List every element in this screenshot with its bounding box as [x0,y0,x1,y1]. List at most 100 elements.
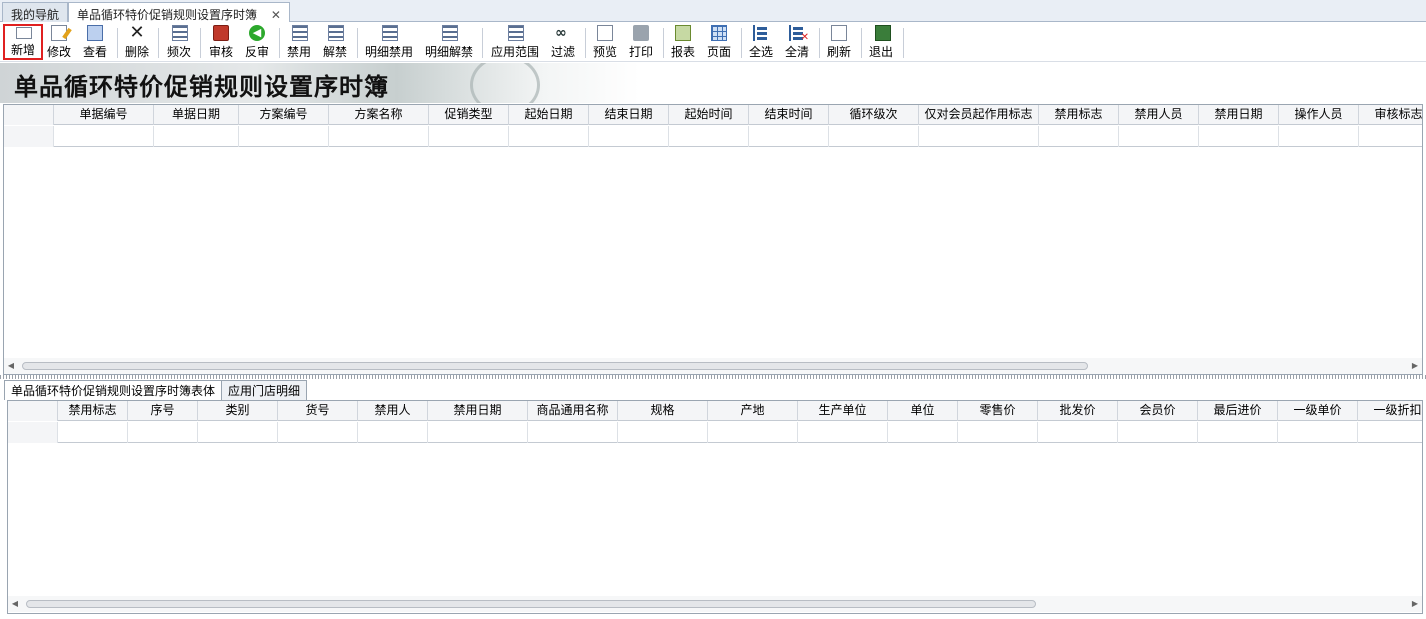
frequency-button[interactable]: 频次 [165,24,193,60]
column-header[interactable]: 方案名称 [329,105,429,125]
column-header[interactable]: 禁用日期 [428,401,528,421]
table-cell[interactable] [198,422,278,443]
column-header[interactable]: 单据日期 [154,105,239,125]
table-cell[interactable] [919,126,1039,147]
column-header[interactable]: 会员价 [1118,401,1198,421]
row-header[interactable] [4,126,54,147]
column-header[interactable]: 类别 [198,401,278,421]
table-cell[interactable] [1039,126,1119,147]
column-header[interactable]: 操作人员 [1279,105,1359,125]
column-header[interactable]: 产地 [708,401,798,421]
close-icon[interactable]: ✕ [271,8,281,22]
table-cell[interactable] [958,422,1038,443]
column-header[interactable]: 禁用人员 [1119,105,1199,125]
table-cell[interactable] [429,126,509,147]
report-button[interactable]: 报表 [669,24,697,60]
table-cell[interactable] [1199,126,1279,147]
table-cell[interactable] [829,126,919,147]
delete-button[interactable]: ✕ 删除 [123,24,151,60]
scope-button[interactable]: 应用范围 [489,24,541,60]
table-cell[interactable] [618,422,708,443]
table-cell[interactable] [1278,422,1358,443]
table-cell[interactable] [1118,422,1198,443]
main-grid[interactable]: 单据编号 单据日期 方案编号 方案名称 促销类型 起始日期 结束日期 起始时间 … [3,104,1423,375]
audit-button[interactable]: 审核 [207,24,235,60]
column-header[interactable]: 序号 [128,401,198,421]
column-header[interactable]: 生产单位 [798,401,888,421]
column-header[interactable]: 禁用标志 [58,401,128,421]
main-grid-horizontal-scrollbar[interactable]: ◀ ▶ [4,358,1422,374]
table-row[interactable] [4,126,1422,147]
preview-button[interactable]: 预览 [591,24,619,60]
table-cell[interactable] [798,422,888,443]
column-header[interactable]: 单位 [888,401,958,421]
unaudit-button[interactable]: ◀ 反审 [243,24,271,60]
tab-promotion-rules[interactable]: 单品循环特价促销规则设置序时簿 ✕ [68,2,290,23]
column-header[interactable]: 促销类型 [429,105,509,125]
table-cell[interactable] [589,126,669,147]
clear-all-button[interactable]: 全清 [783,24,811,60]
column-header[interactable]: 禁用标志 [1039,105,1119,125]
column-header[interactable]: 禁用日期 [1199,105,1279,125]
column-header[interactable]: 审核标志 [1359,105,1422,125]
row-header[interactable] [8,422,58,443]
table-cell[interactable] [54,126,154,147]
table-cell[interactable] [329,126,429,147]
edit-button[interactable]: 修改 [45,24,73,60]
scroll-left-icon[interactable]: ◀ [4,358,18,374]
table-cell[interactable] [428,422,528,443]
table-cell[interactable] [749,126,829,147]
exit-button[interactable]: 退出 [867,24,895,60]
column-header[interactable]: 结束日期 [589,105,669,125]
table-cell[interactable] [239,126,329,147]
column-header[interactable]: 一级单价 [1278,401,1358,421]
column-header[interactable]: 单据编号 [54,105,154,125]
scroll-right-icon[interactable]: ▶ [1408,358,1422,374]
view-button[interactable]: 查看 [81,24,109,60]
scroll-thumb[interactable] [26,600,1036,608]
detail-grid[interactable]: 禁用标志 序号 类别 货号 禁用人 禁用日期 商品通用名称 规格 产地 生产单位… [7,400,1423,614]
column-header[interactable]: 起始日期 [509,105,589,125]
column-header[interactable]: 结束时间 [749,105,829,125]
column-header[interactable]: 一级折扣 [1358,401,1422,421]
table-row[interactable] [8,422,1422,443]
detail-disable-button[interactable]: 明细禁用 [363,24,415,60]
table-cell[interactable] [528,422,618,443]
disable-button[interactable]: 禁用 [285,24,313,60]
table-cell[interactable] [509,126,589,147]
scroll-thumb[interactable] [22,362,1088,370]
table-cell[interactable] [128,422,198,443]
select-all-button[interactable]: 全选 [747,24,775,60]
scroll-left-icon[interactable]: ◀ [8,596,22,612]
column-header[interactable]: 方案编号 [239,105,329,125]
table-cell[interactable] [669,126,749,147]
column-header[interactable]: 仅对会员起作用标志 [919,105,1039,125]
column-header[interactable]: 商品通用名称 [528,401,618,421]
detail-grid-horizontal-scrollbar[interactable]: ◀ ▶ [8,596,1422,612]
column-header[interactable]: 最后进价 [1198,401,1278,421]
column-header[interactable]: 零售价 [958,401,1038,421]
column-header[interactable]: 禁用人 [358,401,428,421]
table-cell[interactable] [888,422,958,443]
column-header[interactable]: 批发价 [1038,401,1118,421]
table-cell[interactable] [58,422,128,443]
page-button[interactable]: 页面 [705,24,733,60]
table-cell[interactable] [1359,126,1422,147]
tab-my-navigation[interactable]: 我的导航 [2,2,69,22]
detail-enable-button[interactable]: 明细解禁 [423,24,475,60]
table-cell[interactable] [1119,126,1199,147]
pane-splitter[interactable] [0,375,1426,379]
scroll-right-icon[interactable]: ▶ [1408,596,1422,612]
table-cell[interactable] [154,126,239,147]
refresh-button[interactable]: 刷新 [825,24,853,60]
table-cell[interactable] [1279,126,1359,147]
tab-store-detail[interactable]: 应用门店明细 [222,380,308,400]
table-cell[interactable] [1198,422,1278,443]
column-header[interactable]: 起始时间 [669,105,749,125]
table-cell[interactable] [358,422,428,443]
column-header[interactable]: 循环级次 [829,105,919,125]
print-button[interactable]: 打印 [627,24,655,60]
filter-button[interactable]: ∞ 过滤 [549,24,577,60]
column-header[interactable]: 货号 [278,401,358,421]
table-cell[interactable] [1038,422,1118,443]
